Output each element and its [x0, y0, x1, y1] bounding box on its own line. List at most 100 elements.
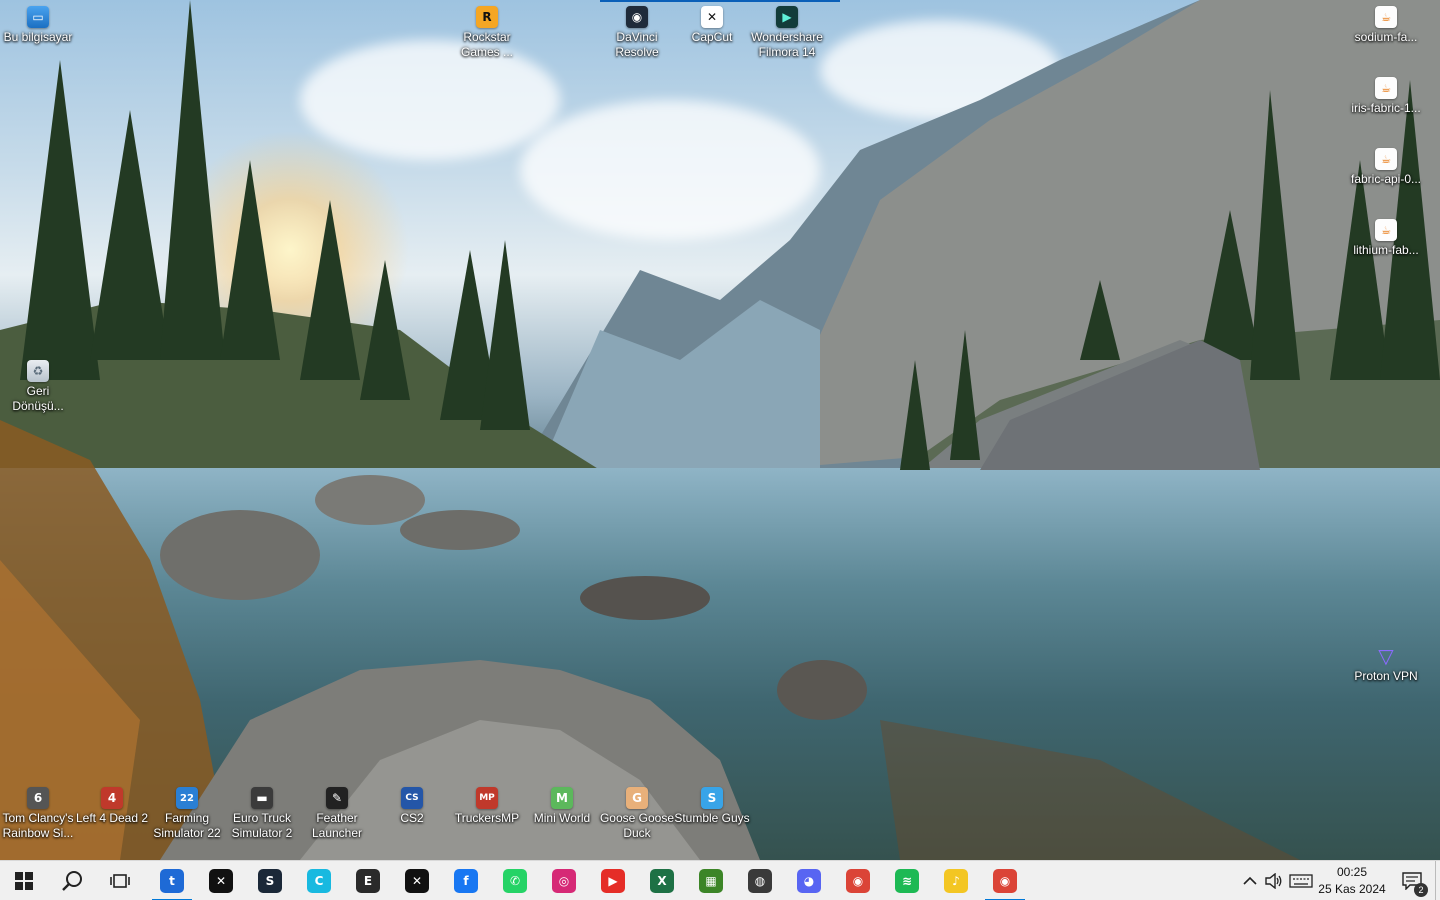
- desktop-icon-fabric-api[interactable]: ☕ fabric-api-0...: [1348, 148, 1424, 187]
- desktop-icon-rainbow-six[interactable]: 6 Tom Clancy's Rainbow Si...: [0, 787, 76, 841]
- chevron-up-icon: [1243, 876, 1257, 885]
- taskbar: t ✕ S C E ✕ f ✆ ◎ ▶ X ▦ ◍ ◕ ◉ ≋ ♪ ◉ 00:25 25 Kas 2024 2: [0, 860, 1440, 900]
- desktop-icon-farming-simulator[interactable]: 22 Farming Simulator 22: [149, 787, 225, 841]
- desktop-icon-left4dead2[interactable]: 4 Left 4 Dead 2: [74, 787, 150, 826]
- desktop-icon-filmora[interactable]: ▶ Wondershare Filmora 14: [749, 6, 825, 60]
- start-button[interactable]: [0, 861, 48, 900]
- desktop-icon-feather-launcher[interactable]: ✎ Feather Launcher: [299, 787, 375, 841]
- taskbar-app-button[interactable]: X: [638, 861, 686, 900]
- facebook-icon: f: [454, 869, 478, 893]
- desktop-icon-euro-truck[interactable]: ▬ Euro Truck Simulator 2: [224, 787, 300, 841]
- desktop-icon-label: iris-fabric-1...: [1351, 101, 1421, 115]
- task-view-button[interactable]: [96, 861, 144, 900]
- desktop-icon-label: fabric-api-0...: [1350, 172, 1422, 186]
- taskbar-app-button[interactable]: t: [148, 861, 196, 900]
- desktop-icon-label: CS2: [400, 811, 424, 825]
- capcut-icon: ✕: [209, 869, 233, 893]
- desktop-icon-this-pc[interactable]: ▭ Bu bilgisayar: [0, 6, 76, 45]
- capcut-icon: ✕: [701, 6, 723, 28]
- whatsapp-icon: ✆: [503, 869, 527, 893]
- taskbar-app-button[interactable]: ▶: [589, 861, 637, 900]
- taskbar-app-button[interactable]: ✆: [491, 861, 539, 900]
- desktop-icon-label: Bu bilgisayar: [3, 30, 73, 44]
- desktop-icon-cs2[interactable]: CS CS2: [374, 787, 450, 826]
- desktop-icon-truckersmp[interactable]: MP TruckersMP: [449, 787, 525, 826]
- keyboard-icon: [1289, 874, 1313, 888]
- desktop-icon-davinci[interactable]: ◉ DaVinci Resolve: [599, 6, 675, 60]
- instagram-icon: ◎: [552, 869, 576, 893]
- notification-center-button[interactable]: 2: [1392, 861, 1432, 900]
- desktop-icon-sodium[interactable]: ☕ sodium-fa...: [1348, 6, 1424, 45]
- canva-icon: C: [307, 869, 331, 893]
- euro-truck-icon: ▬: [251, 787, 273, 809]
- desktop-icon-label: Wondershare Filmora 14: [751, 30, 823, 59]
- taskbar-app-button[interactable]: ✕: [197, 861, 245, 900]
- stumble-guys-icon: S: [701, 787, 723, 809]
- desktop-icon-goose-goose-duck[interactable]: G Goose Goose Duck: [599, 787, 675, 841]
- desktop-icon-lithium[interactable]: ☕ lithium-fab...: [1348, 219, 1424, 258]
- java-file-icon: ☕: [1375, 6, 1397, 28]
- search-button[interactable]: [48, 861, 96, 900]
- desktop-icon-label: Goose Goose Duck: [599, 811, 675, 840]
- java-file-icon: ☕: [1375, 219, 1397, 241]
- desktop-icon-stumble-guys[interactable]: S Stumble Guys: [674, 787, 750, 826]
- desktop-icon-mini-world[interactable]: M Mini World: [524, 787, 600, 826]
- desktop-icon-label: Stumble Guys: [674, 811, 750, 825]
- taskbar-app-button[interactable]: E: [344, 861, 392, 900]
- tlauncher-icon: t: [160, 869, 184, 893]
- window-edge-highlight: [600, 0, 840, 2]
- excel-icon: X: [650, 869, 674, 893]
- desktop-icon-label: Rockstar Games ...: [460, 30, 513, 59]
- karaoke-icon: ♪: [944, 869, 968, 893]
- mini-world-icon: M: [551, 787, 573, 809]
- desktop-icon-label: Proton VPN: [1354, 669, 1418, 683]
- volume-button[interactable]: [1262, 861, 1286, 900]
- taskbar-app-button[interactable]: ▦: [687, 861, 735, 900]
- computer-icon: ▭: [27, 6, 49, 28]
- taskbar-clock[interactable]: 00:25 25 Kas 2024: [1316, 861, 1388, 900]
- taskbar-app-button[interactable]: ◎: [540, 861, 588, 900]
- input-keyboard-button[interactable]: [1288, 861, 1314, 900]
- show-desktop-button[interactable]: [1435, 861, 1440, 900]
- taskbar-app-button[interactable]: ◉: [981, 861, 1029, 900]
- spotify-icon: ≋: [895, 869, 919, 893]
- desktop-icon-proton-vpn[interactable]: ▽ Proton VPN: [1348, 644, 1424, 684]
- desktop-icon-label: sodium-fa...: [1354, 30, 1418, 44]
- show-hidden-icons-button[interactable]: [1238, 861, 1262, 900]
- youtube-icon: ▶: [601, 869, 625, 893]
- clock-time: 00:25: [1336, 865, 1368, 879]
- filmora-icon: ▶: [776, 6, 798, 28]
- taskbar-app-button[interactable]: C: [295, 861, 343, 900]
- recycle-bin-icon: ♻: [27, 360, 49, 382]
- desktop-icon-capcut[interactable]: ✕ CapCut: [674, 6, 750, 45]
- desktop-icon-iris-fabric[interactable]: ☕ iris-fabric-1...: [1348, 77, 1424, 116]
- notification-count-badge: 2: [1414, 883, 1428, 897]
- proton-vpn-icon: ▽: [1378, 644, 1394, 668]
- desktop-icon-label: TruckersMP: [454, 811, 520, 825]
- truckersmp-icon: MP: [476, 787, 498, 809]
- desktop-icon-recycle-bin[interactable]: ♻ Geri Dönüşü...: [0, 360, 76, 414]
- capcut-alt-icon: ✕: [405, 869, 429, 893]
- obs-icon: ◍: [748, 869, 772, 893]
- clock-date: 25 Kas 2024: [1318, 882, 1386, 896]
- davinci-resolve-icon: ◉: [626, 6, 648, 28]
- discord-icon: ◕: [797, 869, 821, 893]
- desktop-icon-label: DaVinci Resolve: [615, 30, 659, 59]
- taskbar-app-button[interactable]: ♪: [932, 861, 980, 900]
- java-file-icon: ☕: [1375, 148, 1397, 170]
- taskbar-app-button[interactable]: ≋: [883, 861, 931, 900]
- taskbar-app-button[interactable]: ◉: [834, 861, 882, 900]
- minecraft-icon: ▦: [699, 869, 723, 893]
- left4dead2-icon: 4: [101, 787, 123, 809]
- desktop-wallpaper: [0, 0, 1440, 860]
- taskbar-app-button[interactable]: ◕: [785, 861, 833, 900]
- taskbar-app-button[interactable]: ◍: [736, 861, 784, 900]
- desktop-icon-label: Farming Simulator 22: [153, 811, 221, 840]
- taskbar-app-button[interactable]: ✕: [393, 861, 441, 900]
- trees-and-rocks: [0, 0, 1440, 860]
- desktop-icon-label: lithium-fab...: [1353, 243, 1419, 257]
- desktop-icon-rockstar[interactable]: R Rockstar Games ...: [449, 6, 525, 60]
- taskbar-app-button[interactable]: S: [246, 861, 294, 900]
- taskbar-app-button[interactable]: f: [442, 861, 490, 900]
- goose-goose-duck-icon: G: [626, 787, 648, 809]
